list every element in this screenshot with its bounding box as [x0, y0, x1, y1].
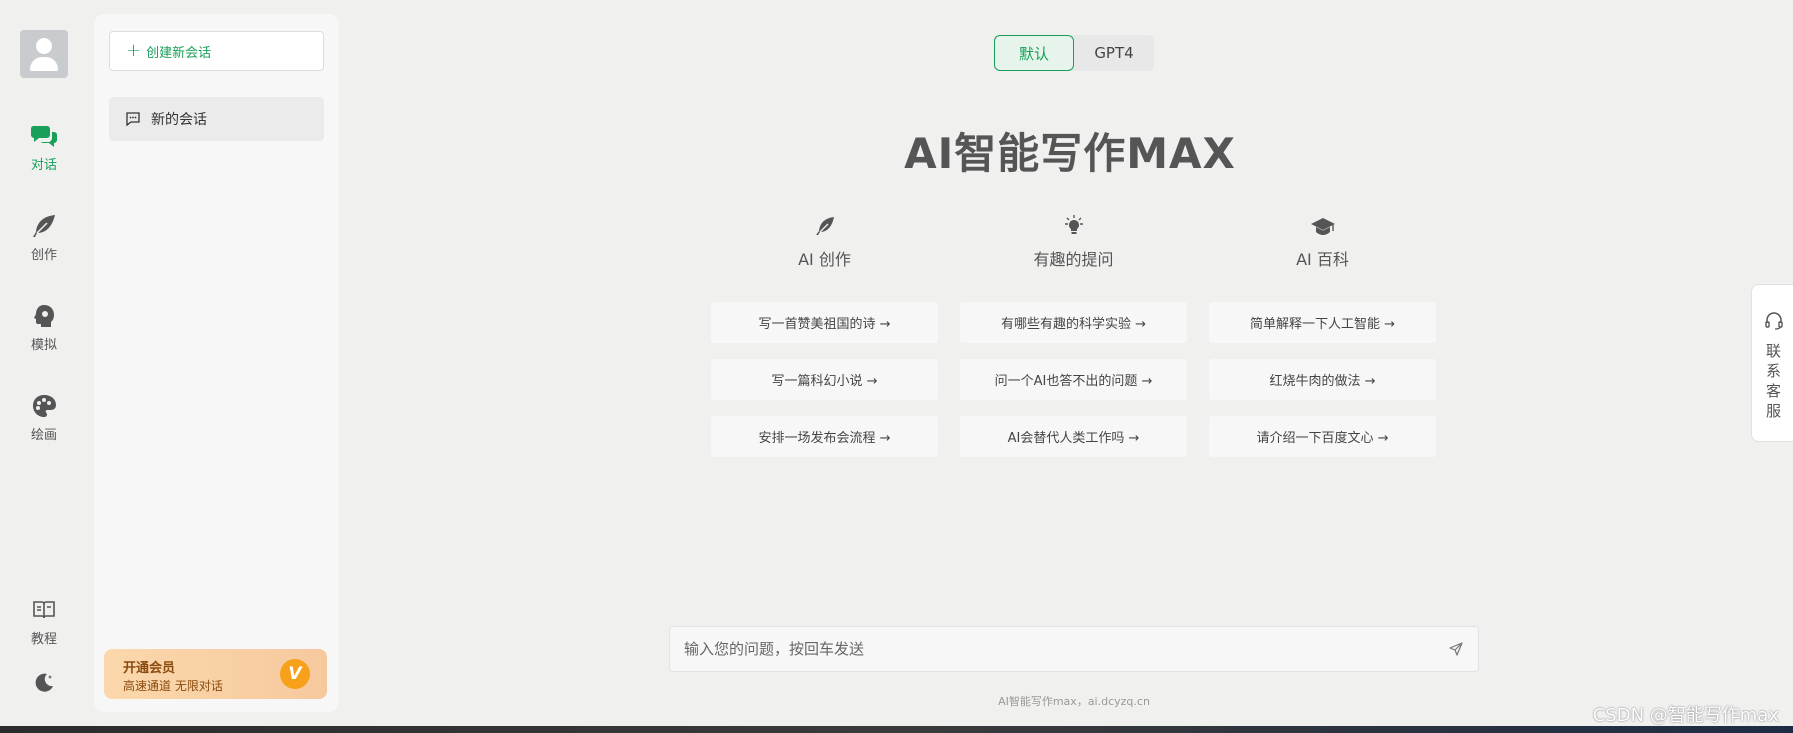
conversation-panel: + 创建新会话 新的会话 开通会员 高速通道 无限对话 V — [94, 14, 339, 712]
nav-item-draw[interactable]: 绘画 — [0, 392, 88, 443]
page-title: AI智能写作MAX — [904, 129, 1236, 178]
feather-icon — [711, 210, 938, 242]
prompt-card[interactable]: AI会替代人类工作吗 → — [960, 416, 1187, 457]
csdn-watermark: CSDN @智能写作max — [1592, 705, 1779, 726]
prompt-card[interactable]: 红烧牛肉的做法 → — [1209, 359, 1436, 400]
nav-item-label: 绘画 — [30, 428, 57, 443]
lightbulb-icon — [960, 210, 1187, 242]
nav-item-simulate[interactable]: 模拟 — [0, 302, 88, 353]
message-square-icon — [125, 111, 141, 127]
user-avatar[interactable] — [20, 30, 68, 78]
category-heading: AI 百科 — [1296, 250, 1349, 269]
model-option-default[interactable]: 默认 — [994, 35, 1074, 71]
head-profile-icon — [31, 302, 57, 330]
chat-input-box — [669, 626, 1479, 672]
theme-toggle[interactable] — [0, 668, 88, 696]
prompt-card[interactable]: 简单解释一下人工智能 → — [1209, 302, 1436, 343]
nav-item-label: 教程 — [30, 632, 57, 647]
nav-item-label: 创作 — [30, 248, 57, 263]
model-switch: 默认 GPT4 — [994, 35, 1154, 71]
prompt-card[interactable]: 安排一场发布会流程 → — [711, 416, 938, 457]
chat-bubbles-icon — [30, 122, 58, 150]
nav-item-label: 模拟 — [30, 338, 57, 353]
prompt-card[interactable]: 写一首赞美祖国的诗 → — [711, 302, 938, 343]
headset-icon — [1764, 311, 1784, 335]
create-new-chat-button[interactable]: + 创建新会话 — [109, 31, 324, 71]
open-book-icon — [32, 596, 56, 624]
nav-item-tutorial[interactable]: 教程 — [0, 596, 88, 647]
contact-support-tab[interactable]: 联系客服 — [1751, 284, 1793, 442]
moon-icon — [33, 668, 55, 696]
category-ai-encyclopedia: AI 百科 — [1209, 210, 1436, 270]
create-new-chat-label: 创建新会话 — [146, 45, 212, 61]
membership-upgrade-card[interactable]: 开通会员 高速通道 无限对话 V — [104, 649, 327, 699]
chat-input[interactable] — [670, 627, 1434, 671]
prompt-card[interactable]: 问一个AI也答不出的问题 → — [960, 359, 1187, 400]
conversation-item[interactable]: 新的会话 — [109, 97, 324, 141]
prompt-card[interactable]: 写一篇科幻小说 → — [711, 359, 938, 400]
category-heading: AI 创作 — [798, 250, 851, 269]
vip-badge-icon: V — [280, 659, 310, 689]
nav-item-label: 对话 — [30, 158, 57, 173]
prompt-card[interactable]: 请介绍一下百度文心 → — [1209, 416, 1436, 457]
footer-text: AI智能写作max，ai.dcyzq.cn — [998, 695, 1150, 708]
category-heading: 有趣的提问 — [1033, 250, 1114, 269]
category-fun-questions: 有趣的提问 — [960, 210, 1187, 270]
category-ai-create: AI 创作 — [711, 210, 938, 270]
feather-icon — [31, 212, 57, 240]
nav-item-create[interactable]: 创作 — [0, 212, 88, 263]
conversation-title: 新的会话 — [151, 112, 207, 128]
model-option-gpt4[interactable]: GPT4 — [1074, 35, 1154, 71]
nav-item-chat[interactable]: 对话 — [0, 122, 88, 173]
contact-support-label: 联系客服 — [1765, 342, 1781, 420]
prompt-card[interactable]: 有哪些有趣的科学实验 → — [960, 302, 1187, 343]
taskbar-strip — [0, 726, 1793, 733]
send-icon[interactable] — [1434, 627, 1478, 671]
plus-icon: + — [126, 40, 142, 61]
palette-icon — [31, 392, 57, 420]
graduation-cap-icon — [1209, 210, 1436, 242]
